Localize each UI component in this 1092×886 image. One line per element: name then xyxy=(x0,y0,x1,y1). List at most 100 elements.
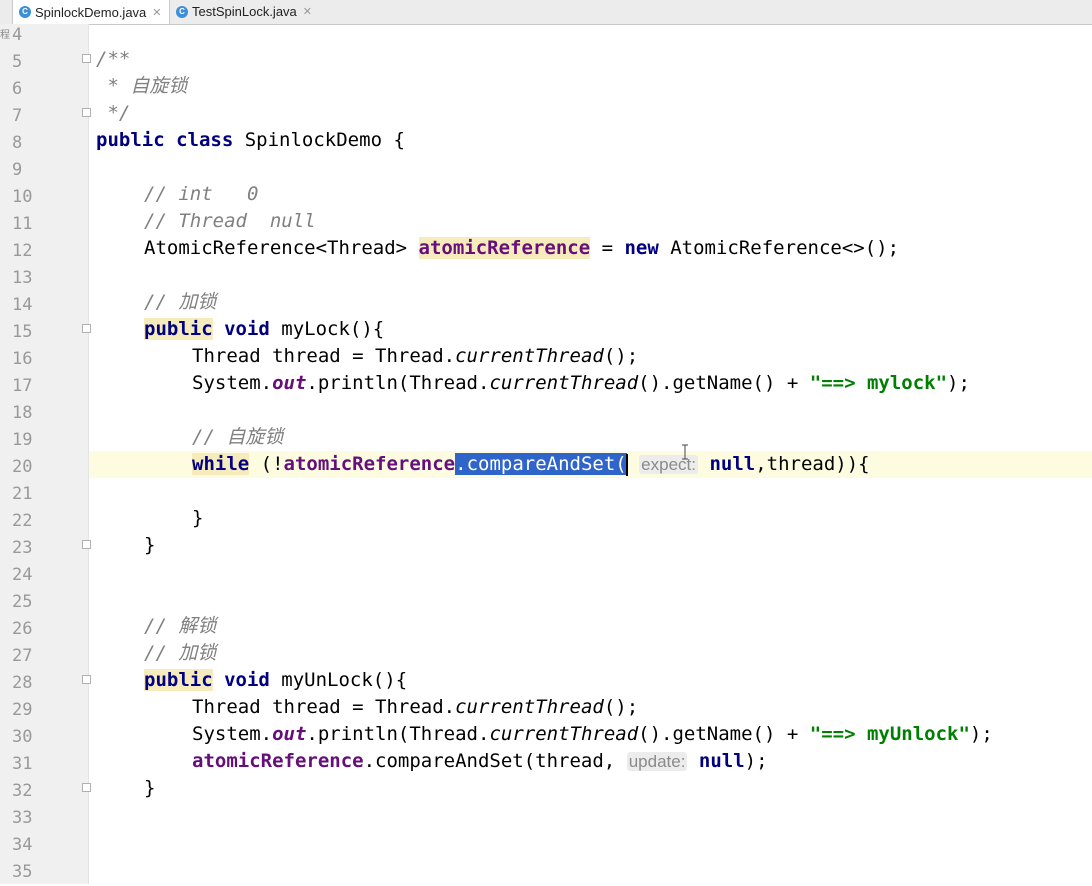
string-literal: "==> myUnlock" xyxy=(809,723,970,745)
keyword: class xyxy=(176,129,234,151)
tab-spinlockdemo[interactable]: C SpinlockDemo.java ✕ xyxy=(12,0,170,24)
code-line-12: AtomicReference<Thread> atomicReference … xyxy=(144,235,1092,262)
line-number: 14 xyxy=(12,295,33,315)
line-number: 8 xyxy=(12,133,23,153)
code-text: ); xyxy=(744,750,768,772)
tab-testspinlock[interactable]: C TestSpinLock.java ✕ xyxy=(170,0,318,23)
method-call: currentThread xyxy=(489,723,639,745)
code-text: (); xyxy=(603,696,639,718)
comment: */ xyxy=(96,102,131,124)
comment: // 加锁 xyxy=(144,642,217,664)
keyword: null xyxy=(709,453,756,475)
editor-tab-bar: C SpinlockDemo.java ✕ C TestSpinLock.jav… xyxy=(0,0,1092,25)
code-text: System. xyxy=(192,723,273,745)
comment: // 自旋锁 xyxy=(192,426,284,448)
method-call: currentThread xyxy=(455,696,604,718)
code-editor[interactable]: /** * 自旋锁 */ public class SpinlockDemo {… xyxy=(89,24,1092,884)
line-number: 18 xyxy=(12,403,33,423)
line-number-gutter[interactable]: 程 4 5 6 7 8 9 10 11 12 13 14 15 16 17 18… xyxy=(0,24,91,884)
code-line-20: while (!atomicReference.compareAndSet( e… xyxy=(89,451,1092,478)
comment: // int 0 xyxy=(144,183,259,205)
close-icon[interactable]: ✕ xyxy=(303,5,312,18)
code-line-23: } xyxy=(144,532,1092,559)
keyword: void xyxy=(224,318,270,340)
code-line-5: /** xyxy=(96,46,1092,73)
tab-label: SpinlockDemo.java xyxy=(35,4,147,20)
text-cursor-icon xyxy=(682,444,688,460)
code-text: } xyxy=(192,507,204,529)
tab-label: TestSpinLock.java xyxy=(192,4,297,19)
keyword: public xyxy=(96,129,165,151)
code-line-19: // 自旋锁 xyxy=(192,424,1092,451)
code-text: ,thread)){ xyxy=(755,453,870,475)
static-field: out xyxy=(272,723,307,745)
code-line-22: } xyxy=(192,505,1092,532)
code-line-29: Thread thread = Thread.currentThread(); xyxy=(192,694,1092,721)
line-number: 7 xyxy=(12,106,23,126)
line-number: 32 xyxy=(12,781,33,801)
comment: // 加锁 xyxy=(144,291,217,313)
text-caret xyxy=(625,453,628,476)
code-text: (! xyxy=(249,453,284,475)
line-number: 26 xyxy=(12,619,33,639)
code-line-30: System.out.println(Thread.currentThread(… xyxy=(192,721,1092,748)
code-text: AtomicReference<>(); xyxy=(658,237,900,259)
parameter-hint: expect: xyxy=(639,455,698,474)
keyword: new xyxy=(624,237,659,259)
code-text: myLock(){ xyxy=(269,318,385,340)
keyword: while xyxy=(192,453,250,475)
code-text: .compareAndSet(thread, xyxy=(363,750,627,772)
code-text: ); xyxy=(969,723,993,745)
code-text: Thread thread = Thread. xyxy=(192,345,456,367)
method-call: currentThread xyxy=(489,372,639,394)
line-number: 28 xyxy=(12,673,33,693)
code-text: myUnLock(){ xyxy=(269,669,408,691)
line-number: 35 xyxy=(12,862,33,882)
code-text: Thread thread = Thread. xyxy=(192,696,456,718)
field-name: atomicReference xyxy=(418,237,591,259)
line-number: 13 xyxy=(12,268,33,288)
line-number: 15 xyxy=(12,322,33,342)
method-call: currentThread xyxy=(455,345,604,367)
code-line-14: // 加锁 xyxy=(144,289,1092,316)
code-line-10: // int 0 xyxy=(144,181,1092,208)
close-icon[interactable]: ✕ xyxy=(152,6,161,19)
keyword: null xyxy=(698,750,745,772)
line-number: 24 xyxy=(12,565,33,585)
parameter-hint: update: xyxy=(626,752,688,771)
line-number: 23 xyxy=(12,538,33,558)
field-name: atomicReference xyxy=(192,750,364,772)
selected-text: .compareAndSet( xyxy=(455,453,627,475)
line-number: 17 xyxy=(12,376,33,396)
line-number: 6 xyxy=(12,79,23,99)
comment: /** xyxy=(96,48,131,70)
line-number: 10 xyxy=(12,187,33,207)
code-line-27: // 加锁 xyxy=(144,640,1092,667)
line-number: 19 xyxy=(12,430,33,450)
code-line-31: atomicReference.compareAndSet(thread, up… xyxy=(192,748,1092,775)
string-literal: "==> mylock" xyxy=(809,372,948,394)
line-number: 16 xyxy=(12,349,33,369)
line-number: 33 xyxy=(12,808,33,828)
code-text: ().getName() + xyxy=(638,723,810,745)
code-text: } xyxy=(144,777,156,799)
code-line-15: public void myLock(){ xyxy=(144,316,1092,343)
code-line-6: * 自旋锁 xyxy=(96,73,1092,100)
line-number: 5 xyxy=(12,52,23,72)
line-number: 22 xyxy=(12,511,33,531)
static-field: out xyxy=(272,372,307,394)
line-number: 20 xyxy=(12,457,33,477)
line-number: 4 xyxy=(12,25,23,45)
code-line-8: public class SpinlockDemo { xyxy=(96,127,1092,154)
line-number: 9 xyxy=(12,160,23,180)
code-line-28: public void myUnLock(){ xyxy=(144,667,1092,694)
keyword: public xyxy=(144,318,213,340)
line-number: 31 xyxy=(12,754,33,774)
code-line-7: */ xyxy=(96,100,1092,127)
code-text: SpinlockDemo { xyxy=(233,129,405,151)
comment: // 解锁 xyxy=(144,615,217,637)
line-number: 27 xyxy=(12,646,33,666)
keyword: public xyxy=(144,669,213,691)
comment: * 自旋锁 xyxy=(96,75,188,97)
line-number: 25 xyxy=(12,592,33,612)
